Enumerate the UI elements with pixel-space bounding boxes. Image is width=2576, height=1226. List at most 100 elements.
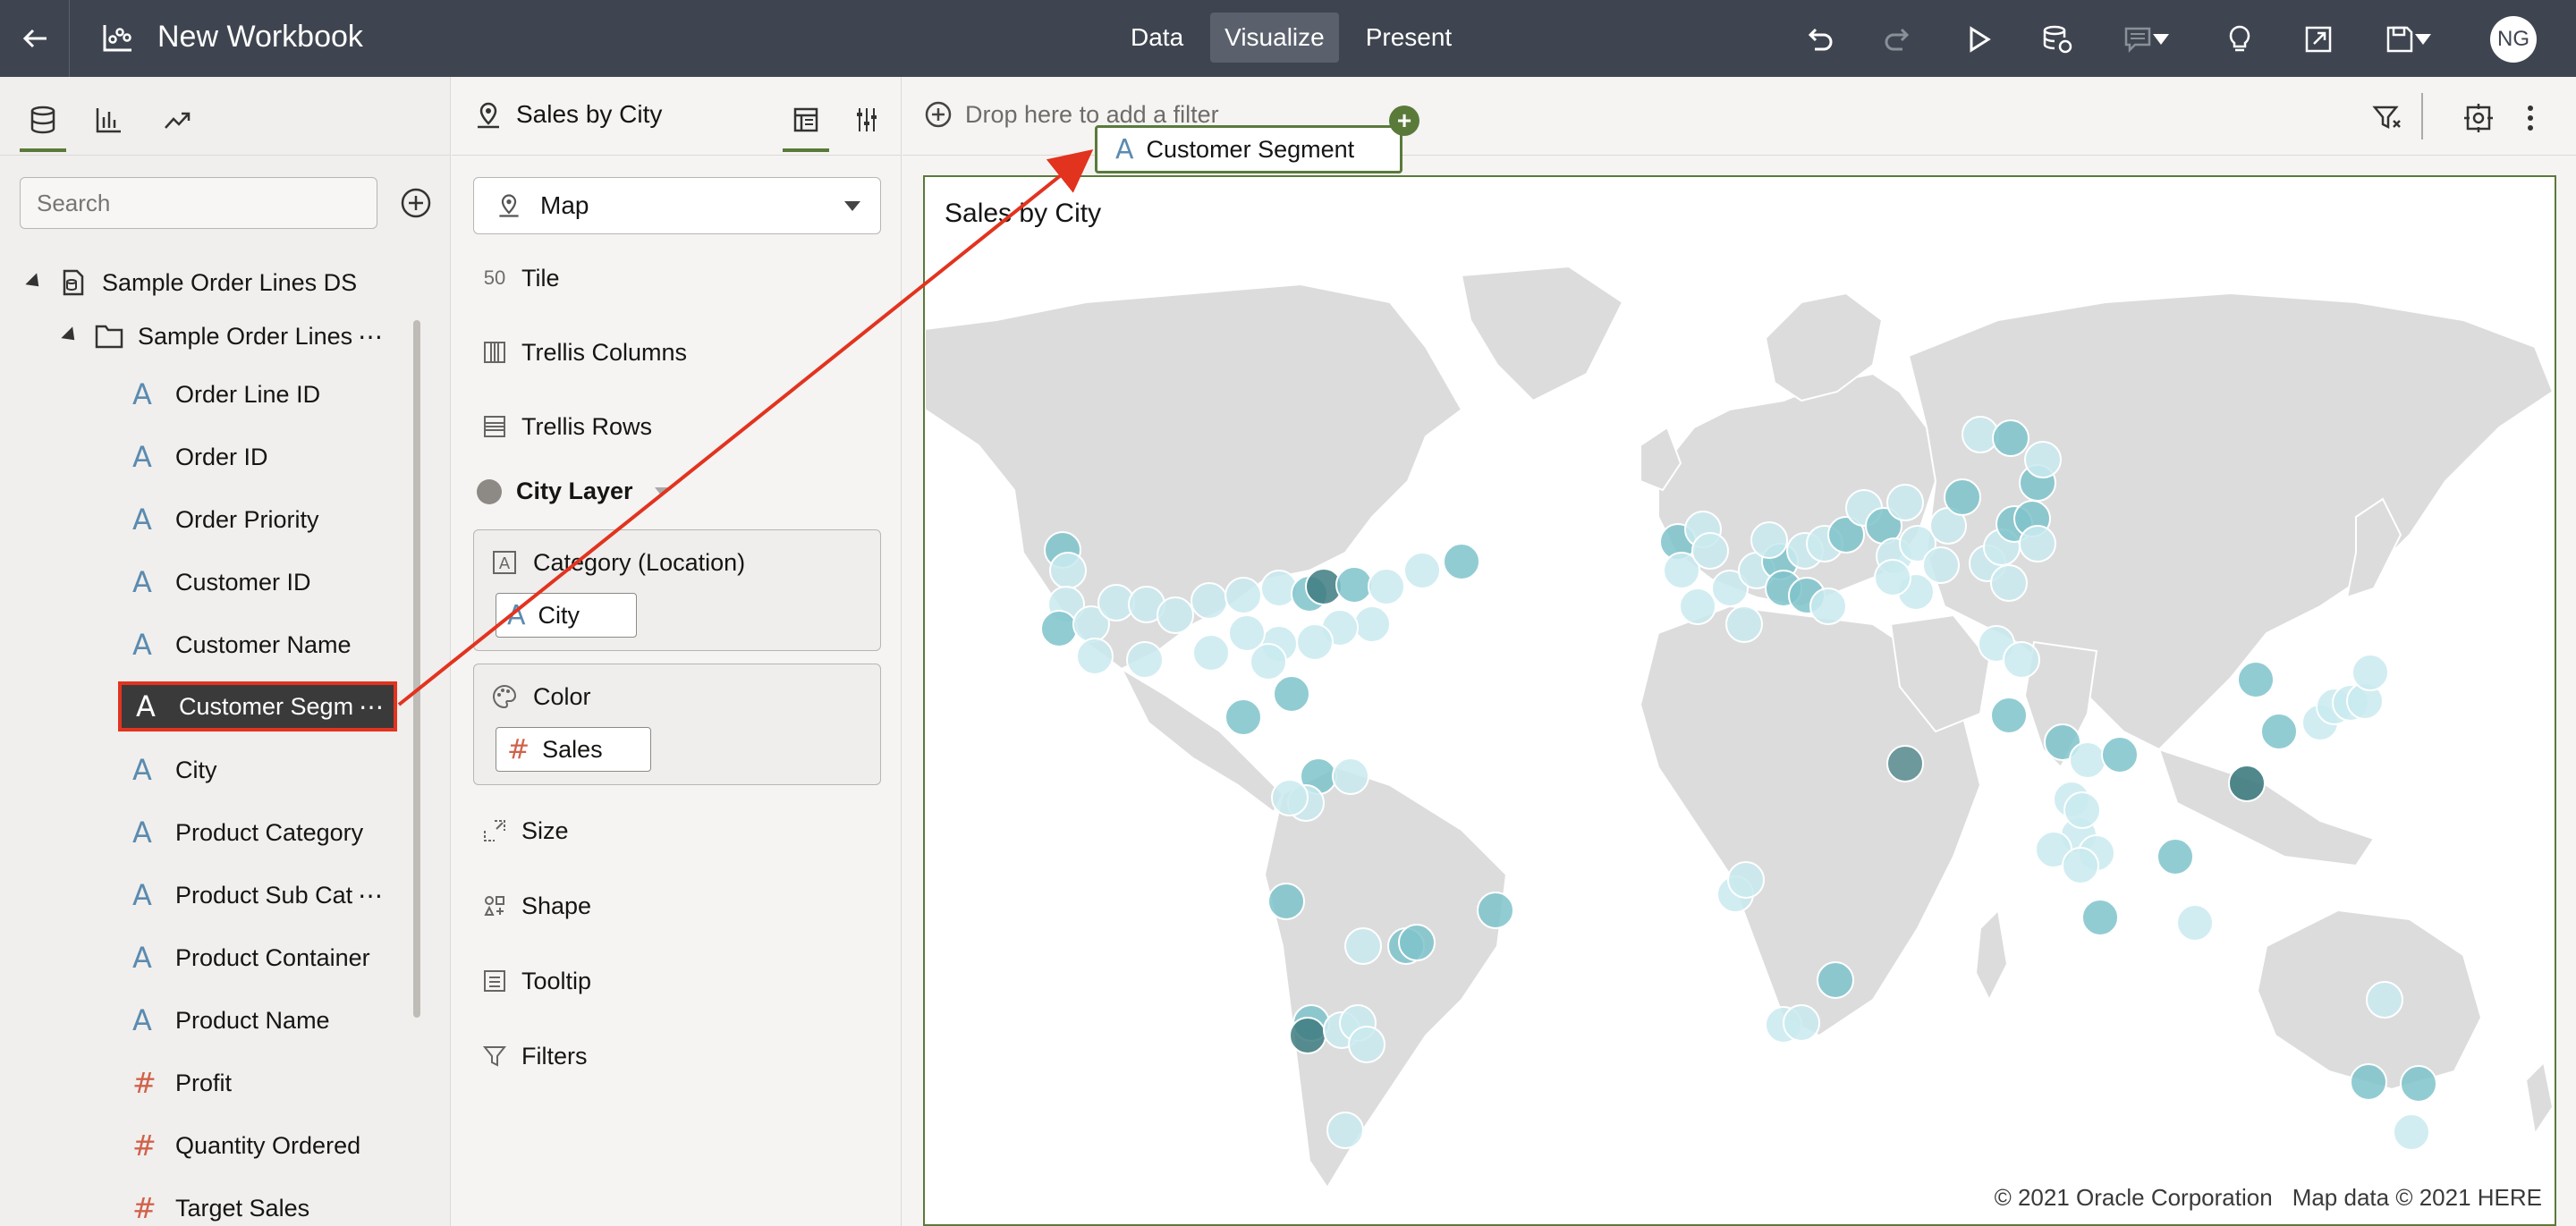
grammar-trellis-columns[interactable]: Trellis Columns — [473, 330, 687, 375]
data-panel-scrollbar[interactable] — [413, 320, 420, 1018]
field-order-priority[interactable]: A Order Priority — [132, 497, 319, 542]
attribute-icon: A — [507, 599, 526, 631]
more-menu-button[interactable] — [2511, 98, 2550, 138]
field-target-sales[interactable]: # Target Sales — [132, 1186, 309, 1226]
back-button[interactable] — [0, 0, 70, 77]
refresh-data-button[interactable] — [2038, 20, 2077, 59]
city-bubble — [2237, 661, 2275, 698]
city-bubble — [2176, 904, 2214, 942]
viz-type-value: Map — [540, 191, 589, 219]
field-product-container[interactable]: A Product Container — [132, 935, 370, 980]
field-city[interactable]: A City — [132, 748, 217, 792]
dragged-field-chip[interactable]: A Customer Segment — [1095, 125, 1402, 173]
tab-visualizations[interactable] — [86, 97, 132, 143]
field-profit[interactable]: # Profit — [132, 1061, 232, 1105]
database-icon — [30, 106, 55, 134]
city-bubble — [1049, 552, 1087, 589]
city-bubble — [1990, 697, 2028, 734]
map-pin-icon — [499, 194, 519, 217]
city-bubble — [1076, 638, 1114, 675]
field-product-name[interactable]: A Product Name — [132, 998, 330, 1043]
city-bubble — [1126, 641, 1164, 679]
save-menu[interactable] — [2376, 20, 2440, 59]
field-order-line-id[interactable]: A Order Line ID — [132, 372, 320, 417]
city-bubble — [2062, 847, 2099, 884]
user-avatar[interactable]: NG — [2490, 16, 2537, 63]
city-bubble — [1224, 698, 1262, 736]
field-quantity-ordered[interactable]: # Quantity Ordered — [132, 1123, 360, 1168]
field-customer-name[interactable]: A Customer Name — [132, 622, 352, 667]
narrate-menu[interactable] — [2114, 20, 2177, 59]
grammar-trellis-rows[interactable]: Trellis Rows — [473, 404, 652, 449]
tab-grammar[interactable] — [783, 97, 829, 152]
run-button[interactable] — [1959, 20, 1998, 59]
search-input[interactable] — [20, 177, 377, 229]
mode-present[interactable]: Present — [1352, 13, 1467, 63]
map-pin-icon — [478, 102, 499, 129]
layer-header[interactable]: City Layer — [477, 478, 669, 505]
grammar-tooltip[interactable]: Tooltip — [473, 959, 591, 1003]
mode-visualize[interactable]: Visualize — [1210, 13, 1339, 63]
city-bubble — [2101, 736, 2139, 774]
tab-data[interactable] — [20, 97, 66, 152]
grammar-shape[interactable]: Shape — [473, 884, 591, 928]
color-dropzone[interactable]: Color # Sales — [473, 664, 881, 785]
insights-button[interactable] — [2220, 20, 2259, 59]
canvas-settings-button[interactable] — [2459, 98, 2498, 138]
measure-icon: # — [132, 1129, 157, 1163]
field-customer-id[interactable]: A Customer ID — [132, 560, 311, 605]
mode-data[interactable]: Data — [1116, 13, 1198, 63]
sales-pill[interactable]: # Sales — [496, 727, 651, 772]
category-dropzone[interactable]: A Category (Location) A City — [473, 529, 881, 651]
table-label: Sample Order Lines — [138, 322, 353, 350]
city-bubble — [1679, 588, 1716, 625]
grammar-filters[interactable]: Filters — [473, 1034, 588, 1078]
city-bubble — [1727, 861, 1765, 899]
map-visualization[interactable]: Sales by City © 2021 Oracle Corporation … — [923, 175, 2556, 1226]
grammar-header: Sales by City — [452, 77, 902, 156]
collapse-caret-icon[interactable] — [61, 326, 80, 346]
field-order-id[interactable]: A Order ID — [132, 435, 268, 479]
city-bubble — [1477, 892, 1514, 929]
city-bubble — [1443, 543, 1480, 580]
land-central-america — [1119, 666, 1284, 814]
city-pill[interactable]: A City — [496, 593, 637, 638]
grammar-label: Trellis Columns — [521, 338, 688, 366]
city-bubble — [2063, 791, 2101, 829]
play-icon — [1970, 26, 1991, 53]
grammar-label: Tile — [521, 264, 560, 292]
redo-button[interactable] — [1878, 20, 1918, 59]
viz-type-select[interactable]: Map — [473, 177, 881, 234]
tab-properties[interactable] — [843, 97, 890, 143]
export-button[interactable] — [2299, 20, 2338, 59]
more-options-icon[interactable]: ⋯ — [358, 322, 385, 351]
field-product-category[interactable]: A Product Category — [132, 810, 363, 855]
field-label: Customer ID — [175, 568, 311, 596]
tree-dataset[interactable]: Sample Order Lines DS — [25, 263, 357, 302]
category-header: A Category (Location) — [488, 546, 745, 579]
attribute-icon: A — [132, 565, 152, 599]
city-bubble — [1922, 546, 1960, 584]
tree-table[interactable]: Sample Order Lines ⋯ — [61, 317, 385, 356]
field-label: Order ID — [175, 443, 268, 470]
collapse-caret-icon[interactable] — [25, 273, 45, 292]
field-product-sub-category[interactable]: A Product Sub Cat ⋯ — [132, 873, 385, 917]
grammar-tile[interactable]: 50 Tile — [473, 256, 560, 300]
undo-button[interactable] — [1800, 20, 1839, 59]
city-bubble — [2350, 1063, 2387, 1101]
filter-settings-button[interactable] — [2368, 98, 2407, 138]
export-icon — [2305, 26, 2332, 53]
city-bubble — [1335, 566, 1373, 604]
city-bubble — [1725, 605, 1763, 643]
city-bubble — [1817, 961, 1854, 999]
field-customer-segment[interactable]: A Customer Segm ⋯ — [118, 681, 397, 731]
grammar-size[interactable]: Size — [473, 808, 569, 853]
world-map[interactable] — [925, 249, 2556, 1226]
add-data-icon[interactable] — [399, 186, 433, 220]
workbook-title[interactable]: New Workbook — [157, 20, 363, 55]
tab-analytics[interactable] — [154, 97, 200, 143]
chevron-down-icon[interactable] — [654, 486, 669, 496]
city-bubble — [1886, 484, 1924, 521]
more-options-icon[interactable]: ⋯ — [359, 692, 386, 722]
more-options-icon[interactable]: ⋯ — [358, 881, 385, 910]
